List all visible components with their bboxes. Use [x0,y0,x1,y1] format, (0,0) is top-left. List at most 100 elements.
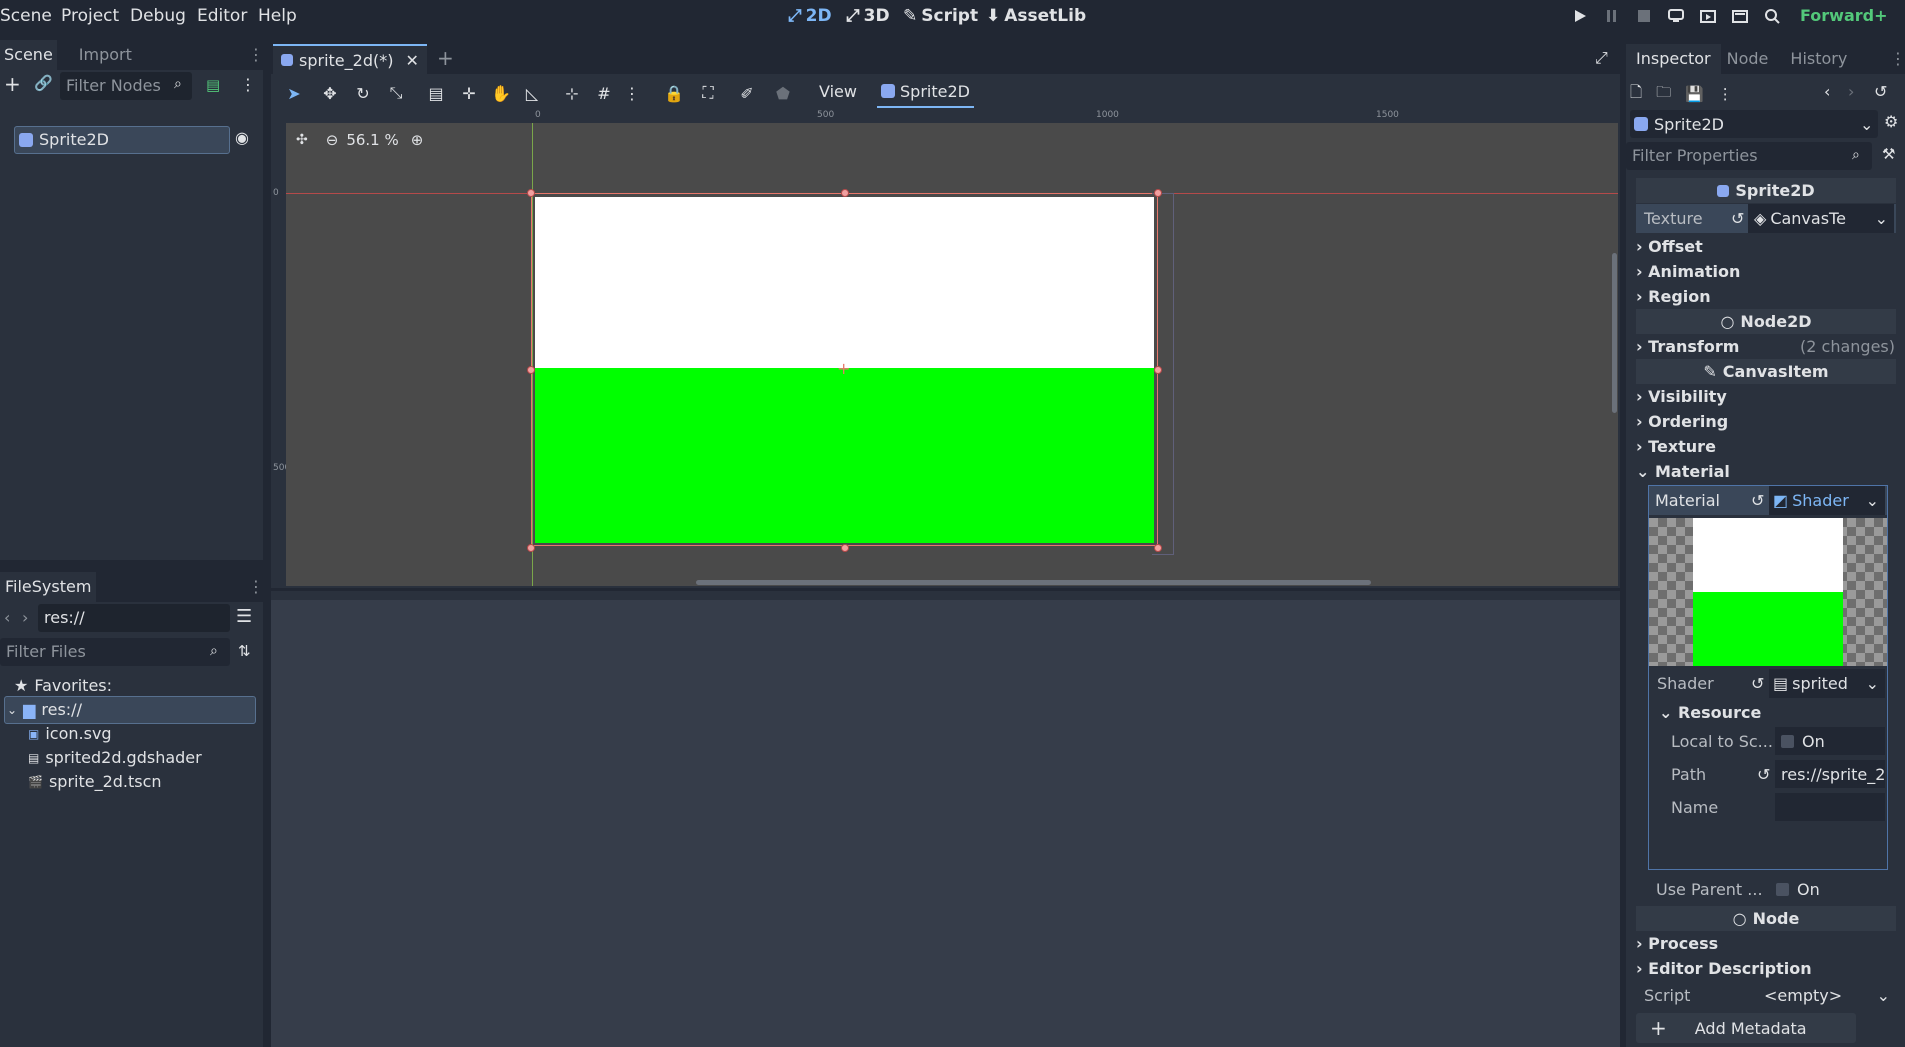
revert-icon[interactable]: ↺ [1757,765,1770,784]
close-icon[interactable]: ✕ [405,51,418,70]
pivot-crosshair-icon[interactable]: + [837,359,850,378]
menu-project[interactable]: Project [61,0,119,32]
new-tab-icon[interactable]: + [437,46,454,70]
snap-options-icon[interactable]: ⋮ [617,78,647,108]
group-texture[interactable]: › Texture [1626,434,1716,459]
scale-tool-icon[interactable]: ⤡ [381,78,411,108]
workspace-assetlib-button[interactable]: ⬇ AssetLib [986,0,1086,32]
vertical-scrollbar[interactable] [1612,253,1617,413]
dock-options-icon[interactable]: ⋮ [1890,49,1905,68]
menu-debug[interactable]: Debug [130,0,186,32]
tab-filesystem[interactable]: FileSystem [0,572,97,602]
group-process[interactable]: › Process [1626,931,1718,956]
stop-icon[interactable] [1628,0,1660,32]
attach-script-icon[interactable]: ▤ [206,76,220,94]
lock-icon[interactable]: 🔒 [659,78,689,108]
tree-node-sprite2d[interactable]: Sprite2D [14,126,230,154]
history-back-icon[interactable]: ‹ [1824,82,1830,101]
visibility-eye-icon[interactable]: ◉ [235,128,249,147]
object-history-icon[interactable]: ↺ [1874,82,1887,101]
resize-handle[interactable] [1154,189,1162,197]
resize-handle[interactable] [527,366,535,374]
left-splitter[interactable] [263,32,271,1047]
dock-options-icon[interactable]: ⋮ [248,577,264,596]
forward-arrow-icon[interactable]: › [22,608,28,627]
resize-handle[interactable] [527,544,535,552]
run-current-scene-icon[interactable] [1692,0,1724,32]
menu-editor[interactable]: Editor [197,0,247,32]
local-to-scene-checkbox[interactable]: On [1775,727,1885,755]
select-tool-icon[interactable]: ➤ [279,78,309,108]
ruler-tool-icon[interactable]: ◺ [517,78,547,108]
node-docs-icon[interactable]: ⚙ [1884,112,1898,131]
instance-scene-icon[interactable]: 🔗 [34,74,53,92]
viewport-divider[interactable] [271,588,1620,591]
add-node-icon[interactable]: + [4,72,21,96]
tab-history[interactable]: History [1786,44,1851,74]
resize-handle[interactable] [1154,544,1162,552]
move-tool-icon[interactable]: ✥ [315,78,345,108]
group-transform[interactable]: › Transform (2 changes) [1626,334,1905,359]
texture-value-picker[interactable]: ◈ CanvasTe ⌄ [1748,204,1894,233]
new-resource-icon[interactable]: 🗋 [1630,82,1642,107]
zoom-level[interactable]: 56.1 % [346,131,398,149]
texture-property[interactable]: Texture ↺ ◈ CanvasTe ⌄ [1636,204,1896,233]
history-forward-icon[interactable]: › [1848,82,1854,101]
property-options-icon[interactable]: ⚒ [1882,145,1895,163]
skeleton-icon[interactable]: ✐ [732,78,762,108]
revert-icon[interactable]: ↺ [1731,209,1744,228]
group-icon[interactable]: ⛶ [693,78,723,108]
pivot-tool-icon[interactable]: ✛ [454,78,484,108]
group-region[interactable]: › Region [1626,284,1711,309]
menu-scene[interactable]: Scene [0,0,52,32]
material-value-picker[interactable]: ◩ Shader ⌄ [1769,486,1885,515]
group-animation[interactable]: › Animation [1626,259,1740,284]
workspace-script-button[interactable]: ✎ Script [903,0,978,32]
grid-snap-icon[interactable]: # [589,78,619,108]
menu-help[interactable]: Help [258,0,297,32]
name-value-field[interactable] [1775,793,1885,821]
play-icon[interactable] [1564,0,1596,32]
file-item[interactable]: 🎬 sprite_2d.tscn [28,768,162,796]
selectable-nodes-icon[interactable]: ▤ [421,78,451,108]
group-ordering[interactable]: › Ordering [1626,409,1728,434]
resize-handle[interactable] [1154,366,1162,374]
pan-tool-icon[interactable]: ✋ [486,78,516,108]
movie-maker-icon[interactable] [1756,0,1788,32]
resize-handle[interactable] [841,544,849,552]
dock-options-icon[interactable]: ⋮ [248,45,264,64]
back-arrow-icon[interactable]: ‹ [4,608,10,627]
scene-tab[interactable]: sprite_2d(*) ✕ [273,44,427,74]
group-editor-description[interactable]: › Editor Description [1626,956,1812,981]
filter-files-input[interactable]: Filter Files [0,638,230,666]
resize-handle[interactable] [841,189,849,197]
rotate-tool-icon[interactable]: ↻ [348,78,378,108]
run-specific-scene-icon[interactable] [1724,0,1756,32]
group-material[interactable]: ⌄ Material [1626,459,1730,484]
object-selector[interactable]: Sprite2D ⌄ [1630,110,1878,138]
use-parent-checkbox[interactable]: On [1770,875,1900,903]
open-folder-icon[interactable]: 🗀 [1656,82,1671,107]
center-view-icon[interactable]: ✣ [296,132,308,148]
revert-icon[interactable]: ↺ [1751,674,1764,693]
sort-icon[interactable]: ⇅ [238,642,251,660]
filter-properties-input[interactable]: Filter Properties [1626,142,1872,170]
path-field[interactable]: res:// [38,604,230,632]
tab-scene[interactable]: Scene [0,40,57,70]
workspace-3d-button[interactable]: ⤢ 3D [846,0,890,32]
camera-override-icon[interactable]: ⬟ [768,78,798,108]
save-icon[interactable]: 💾 [1685,85,1704,103]
2d-canvas[interactable]: ✣ ⊖ 56.1 % ⊕ + [286,123,1618,586]
zoom-in-icon[interactable]: ⊕ [411,131,424,149]
split-mode-icon[interactable]: ☰ [236,606,252,627]
material-property[interactable]: Material ↺ ◩ Shader ⌄ [1649,486,1887,515]
zoom-out-icon[interactable]: ⊖ [326,131,339,149]
tab-inspector[interactable]: Inspector [1626,44,1721,74]
filter-nodes-input[interactable]: Filter Nodes [60,72,192,100]
remote-debug-icon[interactable] [1660,0,1692,32]
shader-property[interactable]: Shader ↺ ▤ sprited ⌄ [1649,669,1887,698]
smart-snap-icon[interactable]: ⊹ [557,78,587,108]
resource-options-icon[interactable]: ⋮ [1718,85,1733,103]
shader-value-picker[interactable]: ▤ sprited ⌄ [1769,669,1885,698]
pause-icon[interactable] [1596,0,1628,32]
